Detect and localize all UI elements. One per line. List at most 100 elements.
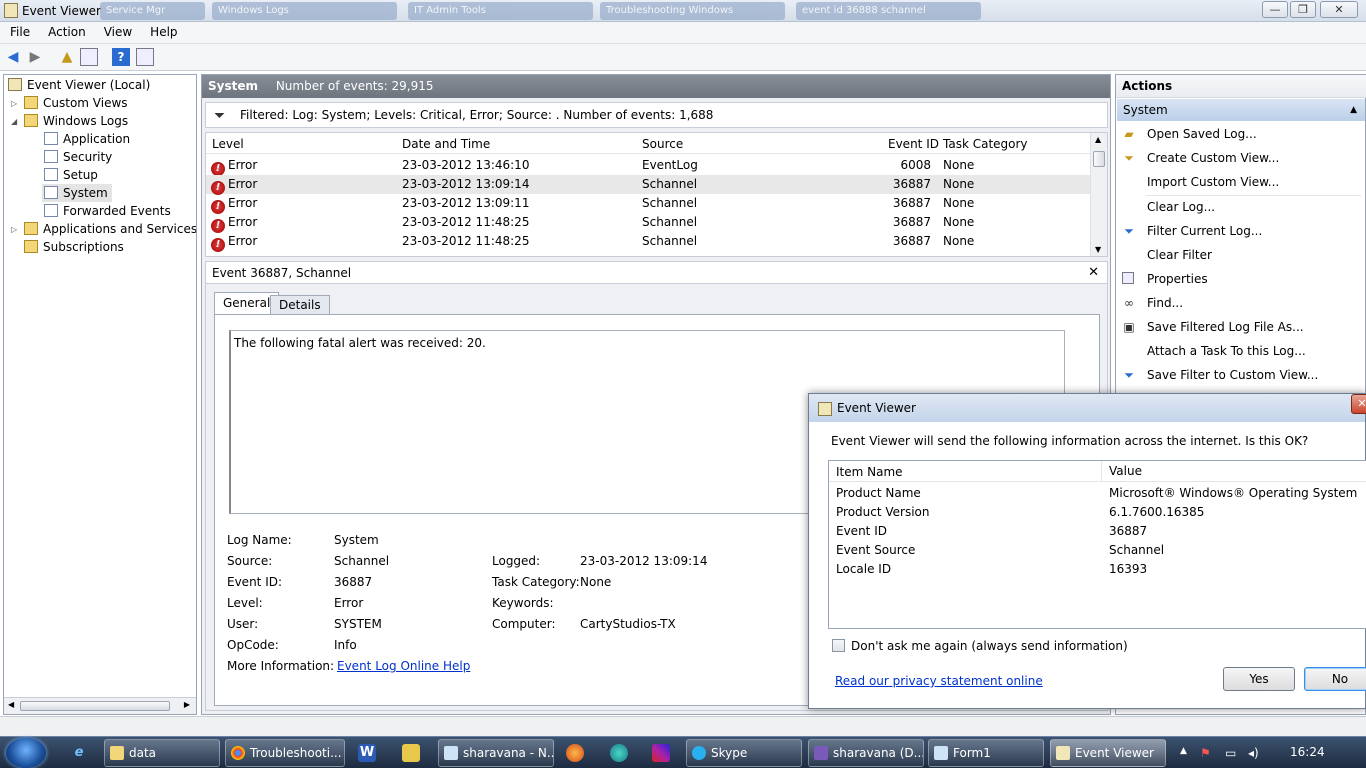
explorer-icon[interactable] bbox=[402, 744, 420, 762]
scrollbar-thumb[interactable] bbox=[20, 701, 170, 711]
action-properties[interactable]: Properties bbox=[1116, 269, 1366, 289]
forward-arrow-icon[interactable]: ▶ bbox=[26, 48, 44, 66]
event-row-selected[interactable]: ! Error 23-03-2012 13:09:14 Schannel 3688… bbox=[206, 175, 1090, 195]
taskbar-item-visual-studio[interactable]: sharavana (D... bbox=[808, 739, 924, 767]
event-row[interactable]: ! Error 23-03-2012 13:09:11 Schannel 3688… bbox=[206, 194, 1090, 214]
col-level[interactable]: Level bbox=[212, 137, 244, 151]
help-icon[interactable]: ? bbox=[112, 48, 130, 66]
tree-item-windows-logs[interactable]: Windows Logs bbox=[24, 112, 128, 130]
expand-arrow-icon[interactable]: ▷ bbox=[11, 99, 17, 108]
event-viewer-icon bbox=[8, 78, 22, 91]
tree-horizontal-scrollbar[interactable]: ◀ ▶ bbox=[4, 697, 196, 714]
action-import-custom-view[interactable]: Import Custom View... bbox=[1116, 172, 1366, 192]
background-window-tab: IT Admin Tools bbox=[408, 2, 593, 20]
event-row[interactable]: ! Error 23-03-2012 13:46:10 EventLog 6008… bbox=[206, 156, 1090, 176]
collapse-arrow-icon[interactable]: ◢ bbox=[11, 117, 17, 126]
action-open-saved-log[interactable]: ▰ Open Saved Log... bbox=[1116, 124, 1366, 144]
app-icon[interactable] bbox=[652, 744, 670, 762]
tree-item-forwarded-events[interactable]: Forwarded Events bbox=[44, 202, 171, 220]
firefox-icon[interactable] bbox=[566, 744, 584, 762]
tree-item-apps-services[interactable]: Applications and Services Logs bbox=[24, 220, 196, 238]
action-clear-log[interactable]: Clear Log... bbox=[1116, 197, 1366, 217]
menu-help[interactable]: Help bbox=[140, 22, 185, 39]
up-folder-icon[interactable]: ▲ bbox=[58, 48, 76, 66]
start-button[interactable] bbox=[6, 738, 46, 768]
scroll-down-icon[interactable]: ▼ bbox=[1095, 245, 1101, 254]
events-vertical-scrollbar[interactable]: ▲ ▼ bbox=[1090, 133, 1107, 256]
yes-button[interactable]: Yes bbox=[1223, 667, 1295, 691]
tree-item-subscriptions[interactable]: Subscriptions bbox=[24, 238, 124, 256]
scroll-up-icon[interactable]: ▲ bbox=[1095, 135, 1101, 144]
tree-item-system[interactable]: System bbox=[42, 184, 112, 202]
log-icon bbox=[44, 168, 58, 181]
maximize-button[interactable]: ❐ bbox=[1290, 1, 1316, 18]
menu-view[interactable]: View bbox=[94, 22, 140, 39]
globe-icon[interactable] bbox=[610, 744, 628, 762]
actions-section-system[interactable]: System ▲ bbox=[1117, 99, 1365, 121]
dialog-message: Event Viewer will send the following inf… bbox=[831, 434, 1309, 448]
back-arrow-icon[interactable]: ◀ bbox=[4, 48, 22, 66]
action-center-icon[interactable]: ⚑ bbox=[1200, 746, 1211, 760]
notepad-icon bbox=[444, 746, 458, 760]
menu-bar: File Action View Help bbox=[0, 22, 1366, 44]
tab-details[interactable]: Details bbox=[270, 295, 330, 315]
col-task-category[interactable]: Task Category bbox=[943, 137, 1028, 151]
internet-explorer-icon[interactable]: e bbox=[70, 744, 88, 762]
event-row[interactable]: ! Error 23-03-2012 11:48:25 Schannel 3688… bbox=[206, 213, 1090, 233]
log-name-value: System bbox=[334, 533, 379, 547]
tree-item-setup[interactable]: Setup bbox=[44, 166, 98, 184]
expand-arrow-icon[interactable]: ▷ bbox=[11, 225, 17, 234]
show-hide-action-pane-icon[interactable] bbox=[136, 48, 154, 66]
action-create-custom-view[interactable]: ⏷ Create Custom View... bbox=[1116, 148, 1366, 168]
show-hidden-icons-arrow[interactable]: ▲ bbox=[1180, 746, 1187, 756]
col-item-name[interactable]: Item Name bbox=[836, 465, 903, 479]
dont-ask-again-label[interactable]: Don't ask me again (always send informat… bbox=[851, 639, 1128, 653]
action-attach-task[interactable]: Attach a Task To this Log... bbox=[1116, 341, 1366, 361]
close-button[interactable]: ✕ bbox=[1320, 1, 1358, 18]
volume-icon[interactable]: ◂) bbox=[1248, 746, 1259, 760]
taskbar-item-chrome[interactable]: Troubleshooti... bbox=[225, 739, 345, 767]
dont-ask-again-checkbox[interactable] bbox=[832, 639, 845, 652]
menu-action[interactable]: Action bbox=[38, 22, 94, 39]
collapse-section-icon[interactable]: ▲ bbox=[1350, 99, 1357, 121]
close-detail-icon[interactable]: ✕ bbox=[1088, 262, 1099, 284]
action-clear-filter[interactable]: Clear Filter bbox=[1116, 245, 1366, 265]
event-log-online-help-link[interactable]: Event Log Online Help bbox=[337, 659, 470, 673]
col-event-id[interactable]: Event ID bbox=[888, 137, 939, 151]
tree-item-custom-views[interactable]: Custom Views bbox=[24, 94, 128, 112]
col-value[interactable]: Value bbox=[1101, 461, 1142, 482]
show-hide-tree-icon[interactable] bbox=[80, 48, 98, 66]
action-find[interactable]: ∞ Find... bbox=[1116, 293, 1366, 313]
taskbar-item-data[interactable]: data bbox=[104, 739, 220, 767]
taskbar-item-event-viewer[interactable]: Event Viewer bbox=[1050, 739, 1166, 767]
no-button[interactable]: No bbox=[1304, 667, 1366, 691]
tree-item-security[interactable]: Security bbox=[44, 148, 112, 166]
action-save-filter-custom-view[interactable]: ⏷ Save Filter to Custom View... bbox=[1116, 365, 1366, 385]
network-icon[interactable]: ▭ bbox=[1225, 746, 1236, 760]
minimize-button[interactable]: — bbox=[1262, 1, 1288, 18]
col-date-time[interactable]: Date and Time bbox=[402, 137, 490, 151]
privacy-statement-link[interactable]: Read our privacy statement online bbox=[835, 674, 1043, 688]
word-icon[interactable]: W bbox=[358, 744, 376, 762]
action-save-filtered-log[interactable]: ▣ Save Filtered Log File As... bbox=[1116, 317, 1366, 337]
menu-file[interactable]: File bbox=[0, 22, 38, 39]
col-source[interactable]: Source bbox=[642, 137, 683, 151]
action-filter-current-log[interactable]: ⏷ Filter Current Log... bbox=[1116, 221, 1366, 241]
clock[interactable]: 16:24 bbox=[1290, 745, 1325, 759]
taskbar-item-form1[interactable]: Form1 bbox=[928, 739, 1044, 767]
background-window-tab: event id 36888 schannel bbox=[796, 2, 981, 20]
scroll-right-icon[interactable]: ▶ bbox=[184, 700, 190, 709]
skype-icon bbox=[692, 746, 706, 760]
log-header: System Number of events: 29,915 bbox=[202, 75, 1110, 98]
scroll-left-icon[interactable]: ◀ bbox=[8, 700, 14, 709]
event-row[interactable]: ! Error 23-03-2012 11:48:25 Schannel 3688… bbox=[206, 232, 1090, 252]
computer-value: CartyStudios-TX bbox=[580, 617, 676, 631]
properties-icon bbox=[1122, 272, 1134, 284]
tree-item-root[interactable]: Event Viewer (Local) bbox=[8, 76, 150, 94]
scrollbar-thumb[interactable] bbox=[1093, 151, 1105, 167]
taskbar-item-skype[interactable]: Skype bbox=[686, 739, 802, 767]
level-value: Error bbox=[334, 596, 364, 610]
tree-item-application[interactable]: Application bbox=[44, 130, 130, 148]
dialog-close-button[interactable]: ✕ bbox=[1351, 394, 1366, 414]
taskbar-item-notepad[interactable]: sharavana - N... bbox=[438, 739, 554, 767]
